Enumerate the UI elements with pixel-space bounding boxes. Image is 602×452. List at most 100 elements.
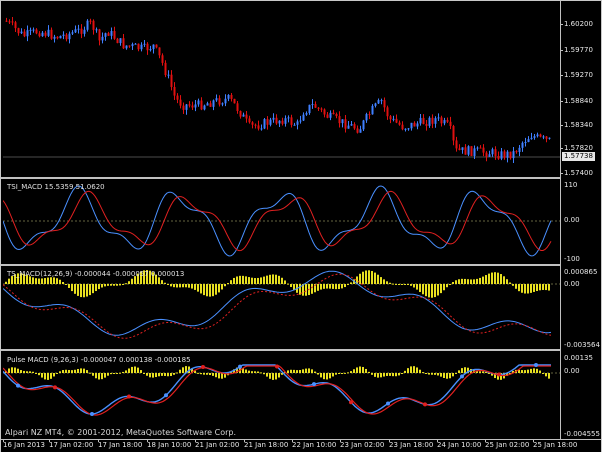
histogram-bar: [194, 284, 196, 290]
histogram-bar: [164, 373, 166, 376]
candle-body: [539, 134, 542, 137]
histogram-bar: [497, 272, 499, 284]
histogram-bar: [98, 284, 100, 290]
histogram-bar: [275, 274, 277, 284]
candle-body: [359, 129, 362, 133]
histogram-bar: [86, 370, 88, 373]
histogram-bar: [38, 278, 40, 284]
candle-body: [179, 99, 182, 106]
histogram-bar: [65, 369, 67, 373]
candle-body: [131, 44, 134, 47]
candle-body: [53, 36, 56, 39]
ts-macd-pane[interactable]: TS_MACD(12,26,9) -0.000044 -0.000057 0.0…: [3, 266, 561, 349]
histogram-bar: [383, 279, 385, 284]
candle-body: [269, 119, 272, 125]
histogram-bar: [503, 276, 505, 284]
chart-window[interactable]: TSI_MACD 15.5359 51.0620 TS_MACD(12,26,9…: [0, 0, 602, 452]
price-chart-pane[interactable]: [3, 1, 561, 177]
histogram-bar: [209, 284, 211, 297]
candle-body: [521, 142, 524, 148]
histogram-bar: [149, 373, 151, 378]
histogram-bar: [353, 369, 355, 373]
candle-body: [299, 120, 302, 122]
candle-body: [356, 128, 359, 133]
histogram-bar: [464, 367, 466, 373]
signal-dot: [275, 364, 279, 369]
histogram-bar: [83, 284, 85, 298]
candle-body: [89, 20, 92, 22]
candlestick-chart[interactable]: [3, 1, 561, 177]
histogram-bar: [395, 373, 397, 377]
signal-dot: [460, 374, 464, 379]
candle-body: [266, 119, 269, 125]
candle-body: [113, 31, 116, 39]
price-tick: 1.59270: [564, 71, 593, 79]
histogram-bar: [107, 373, 109, 376]
candle-body: [260, 128, 263, 130]
candle-body: [233, 98, 236, 104]
histogram-bar: [44, 373, 46, 380]
tsi-macd-pane[interactable]: TSI_MACD 15.5359 51.0620: [3, 179, 561, 264]
histogram-bar: [359, 366, 361, 373]
histogram-bar: [413, 284, 415, 288]
candle-body: [293, 124, 296, 126]
histogram-bar: [488, 273, 490, 284]
histogram-bar: [197, 372, 199, 374]
histogram-bar: [251, 277, 253, 284]
signal-dot: [423, 402, 427, 407]
candle-body: [449, 121, 452, 127]
histogram-bar: [170, 284, 172, 287]
histogram-bar: [305, 284, 307, 296]
histogram-bar: [296, 370, 298, 373]
candle-body: [242, 114, 245, 117]
candle-body: [467, 146, 470, 155]
histogram-bar: [326, 284, 328, 289]
histogram-bar: [95, 284, 97, 292]
candle-body: [239, 111, 242, 117]
pulse-macd-pane[interactable]: Pulse MACD (9,26,3) -0.000047 0.000138 -…: [3, 351, 561, 439]
histogram-bar: [218, 373, 220, 379]
histogram-bar: [80, 368, 82, 373]
candle-body: [8, 21, 11, 23]
histogram-bar: [428, 284, 430, 298]
histogram-bar: [206, 284, 208, 297]
histogram-bar: [215, 284, 217, 295]
histogram-bar: [533, 368, 535, 373]
candle-body: [152, 44, 155, 50]
histogram-bar: [47, 277, 49, 284]
candle-body: [524, 142, 527, 144]
candle-body: [68, 33, 71, 40]
candle-body: [170, 74, 173, 87]
candle-body: [377, 100, 380, 104]
histogram-bar: [311, 284, 313, 294]
candle-body: [50, 29, 53, 39]
histogram-bar: [458, 279, 460, 284]
candle-body: [38, 33, 41, 37]
histogram-bar: [548, 284, 550, 291]
histogram-bar: [71, 370, 73, 373]
candle-body: [410, 122, 413, 129]
candle-body: [62, 34, 65, 36]
histogram-bar: [476, 278, 478, 284]
candle-body: [338, 116, 341, 124]
histogram-bar: [206, 373, 208, 375]
candle-body: [110, 31, 113, 36]
time-axis[interactable]: 16 Jan 2013 17 Jan 02:00 17 Jan 18:00 18…: [1, 439, 601, 452]
price-tick: 1.57400: [564, 169, 593, 177]
histogram-bar: [131, 278, 133, 284]
histogram-bar: [479, 371, 481, 373]
histogram-bar: [527, 369, 529, 373]
histogram-bar: [368, 371, 370, 373]
candle-body: [158, 47, 161, 56]
histogram-bar: [377, 373, 379, 378]
candle-body: [14, 22, 17, 29]
tsi-macd-title: TSI_MACD 15.5359 51.0620: [7, 183, 105, 191]
candle-body: [419, 117, 422, 124]
histogram-bar: [122, 284, 124, 285]
candle-body: [221, 103, 224, 105]
candle-body: [272, 117, 275, 120]
histogram-bar: [53, 373, 55, 377]
histogram-bar: [455, 280, 457, 284]
signal-dot: [497, 372, 501, 377]
histogram-bar: [266, 373, 268, 377]
